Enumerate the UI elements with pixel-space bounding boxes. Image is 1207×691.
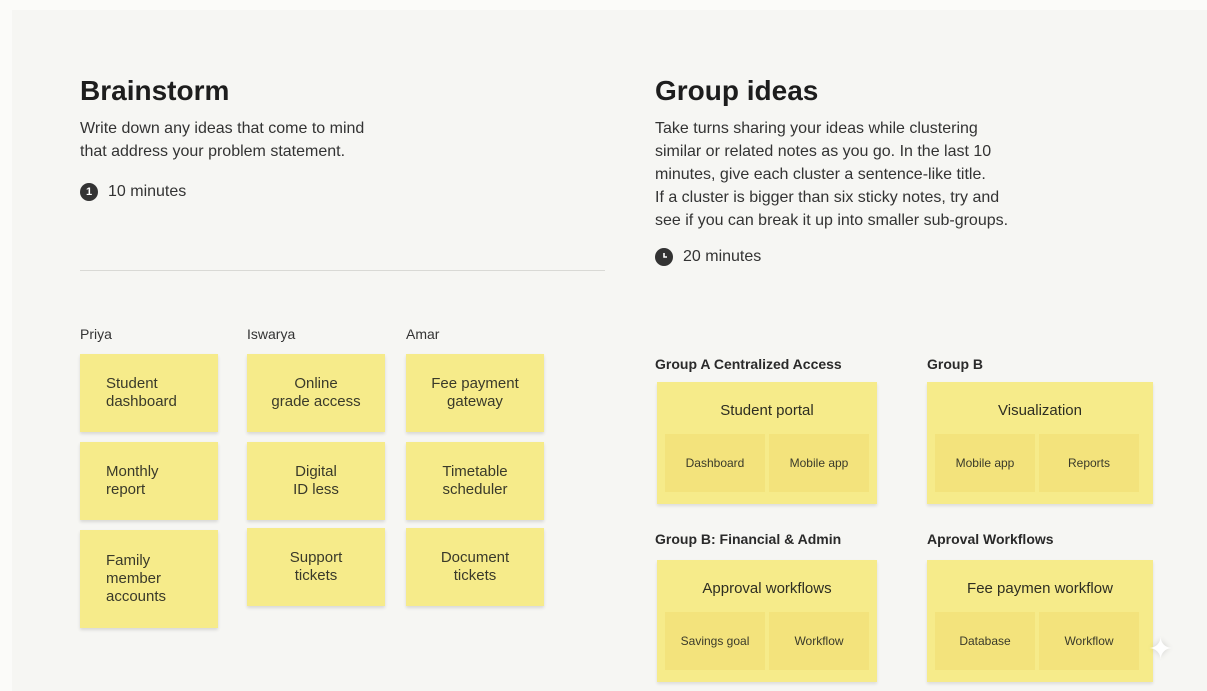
group-ideas-title: Group ideas <box>655 75 819 106</box>
sticky-note[interactable]: Digital ID less <box>247 442 385 520</box>
sub-note[interactable]: Savings goal <box>665 612 765 670</box>
group-ideas-description: Take turns sharing your ideas while clus… <box>655 120 1009 229</box>
sub-note[interactable]: Workflow <box>769 612 869 670</box>
sticky-note[interactable]: Support tickets <box>247 528 385 606</box>
timer-icon: 1 <box>80 183 98 201</box>
sticky-note[interactable]: Student dashboard <box>80 354 218 432</box>
brainstorm-timer-label: 10 minutes <box>108 183 187 200</box>
cluster-title: Visualization <box>998 402 1082 419</box>
sticky-note[interactable]: Document tickets <box>406 528 544 606</box>
sticky-note[interactable]: Online grade access <box>247 354 385 432</box>
cluster-title: Fee paymen workflow <box>967 580 1113 597</box>
group-ideas-timer: 20 minutes <box>655 248 1175 266</box>
sparkle-icon: ✦ <box>1148 633 1174 666</box>
person-label-priya: Priya <box>80 326 112 342</box>
group-label: Group B: Financial & Admin <box>655 531 842 547</box>
cluster-title: Approval workflows <box>702 580 832 597</box>
brainstorm-description: Write down any ideas that come to mind t… <box>80 120 365 160</box>
person-label-iswarya: Iswarya <box>247 326 296 342</box>
sticky-note[interactable]: Fee payment gateway <box>406 354 544 432</box>
brainstorm-timer: 1 10 minutes <box>80 183 580 201</box>
sub-note[interactable]: Database <box>935 612 1035 670</box>
sub-note[interactable]: Mobile app <box>935 434 1035 492</box>
group-label: Group A Centralized Access <box>655 356 842 372</box>
sticky-note[interactable]: Monthly report <box>80 442 218 520</box>
sub-note[interactable]: Mobile app <box>769 434 869 492</box>
person-label-amar: Amar <box>406 326 440 342</box>
sticky-note[interactable]: Family member accounts <box>80 530 218 628</box>
group-ideas-timer-label: 20 minutes <box>683 248 762 265</box>
group-ideas-section: Group ideas Take turns sharing your idea… <box>655 75 1175 266</box>
brainstorm-section: Brainstorm Write down any ideas that com… <box>80 75 580 201</box>
clock-icon <box>655 248 673 266</box>
cluster-student-portal[interactable]: Student portal Dashboard Mobile app <box>657 382 877 504</box>
brainstorm-title: Brainstorm <box>80 75 230 106</box>
section-divider <box>80 270 605 271</box>
group-label: Aproval Workflows <box>927 531 1054 547</box>
sub-note[interactable]: Dashboard <box>665 434 765 492</box>
sticky-note[interactable]: Timetable scheduler <box>406 442 544 520</box>
cluster-visualization[interactable]: Visualization Mobile app Reports <box>927 382 1153 504</box>
cluster-fee-payment-workflow[interactable]: Fee paymen workflow Database Workflow <box>927 560 1153 682</box>
group-label: Group B <box>927 356 983 372</box>
cluster-approval-workflows[interactable]: Approval workflows Savings goal Workflow <box>657 560 877 682</box>
sub-note[interactable]: Reports <box>1039 434 1139 492</box>
sub-note[interactable]: Workflow <box>1039 612 1139 670</box>
cluster-title: Student portal <box>720 402 814 419</box>
